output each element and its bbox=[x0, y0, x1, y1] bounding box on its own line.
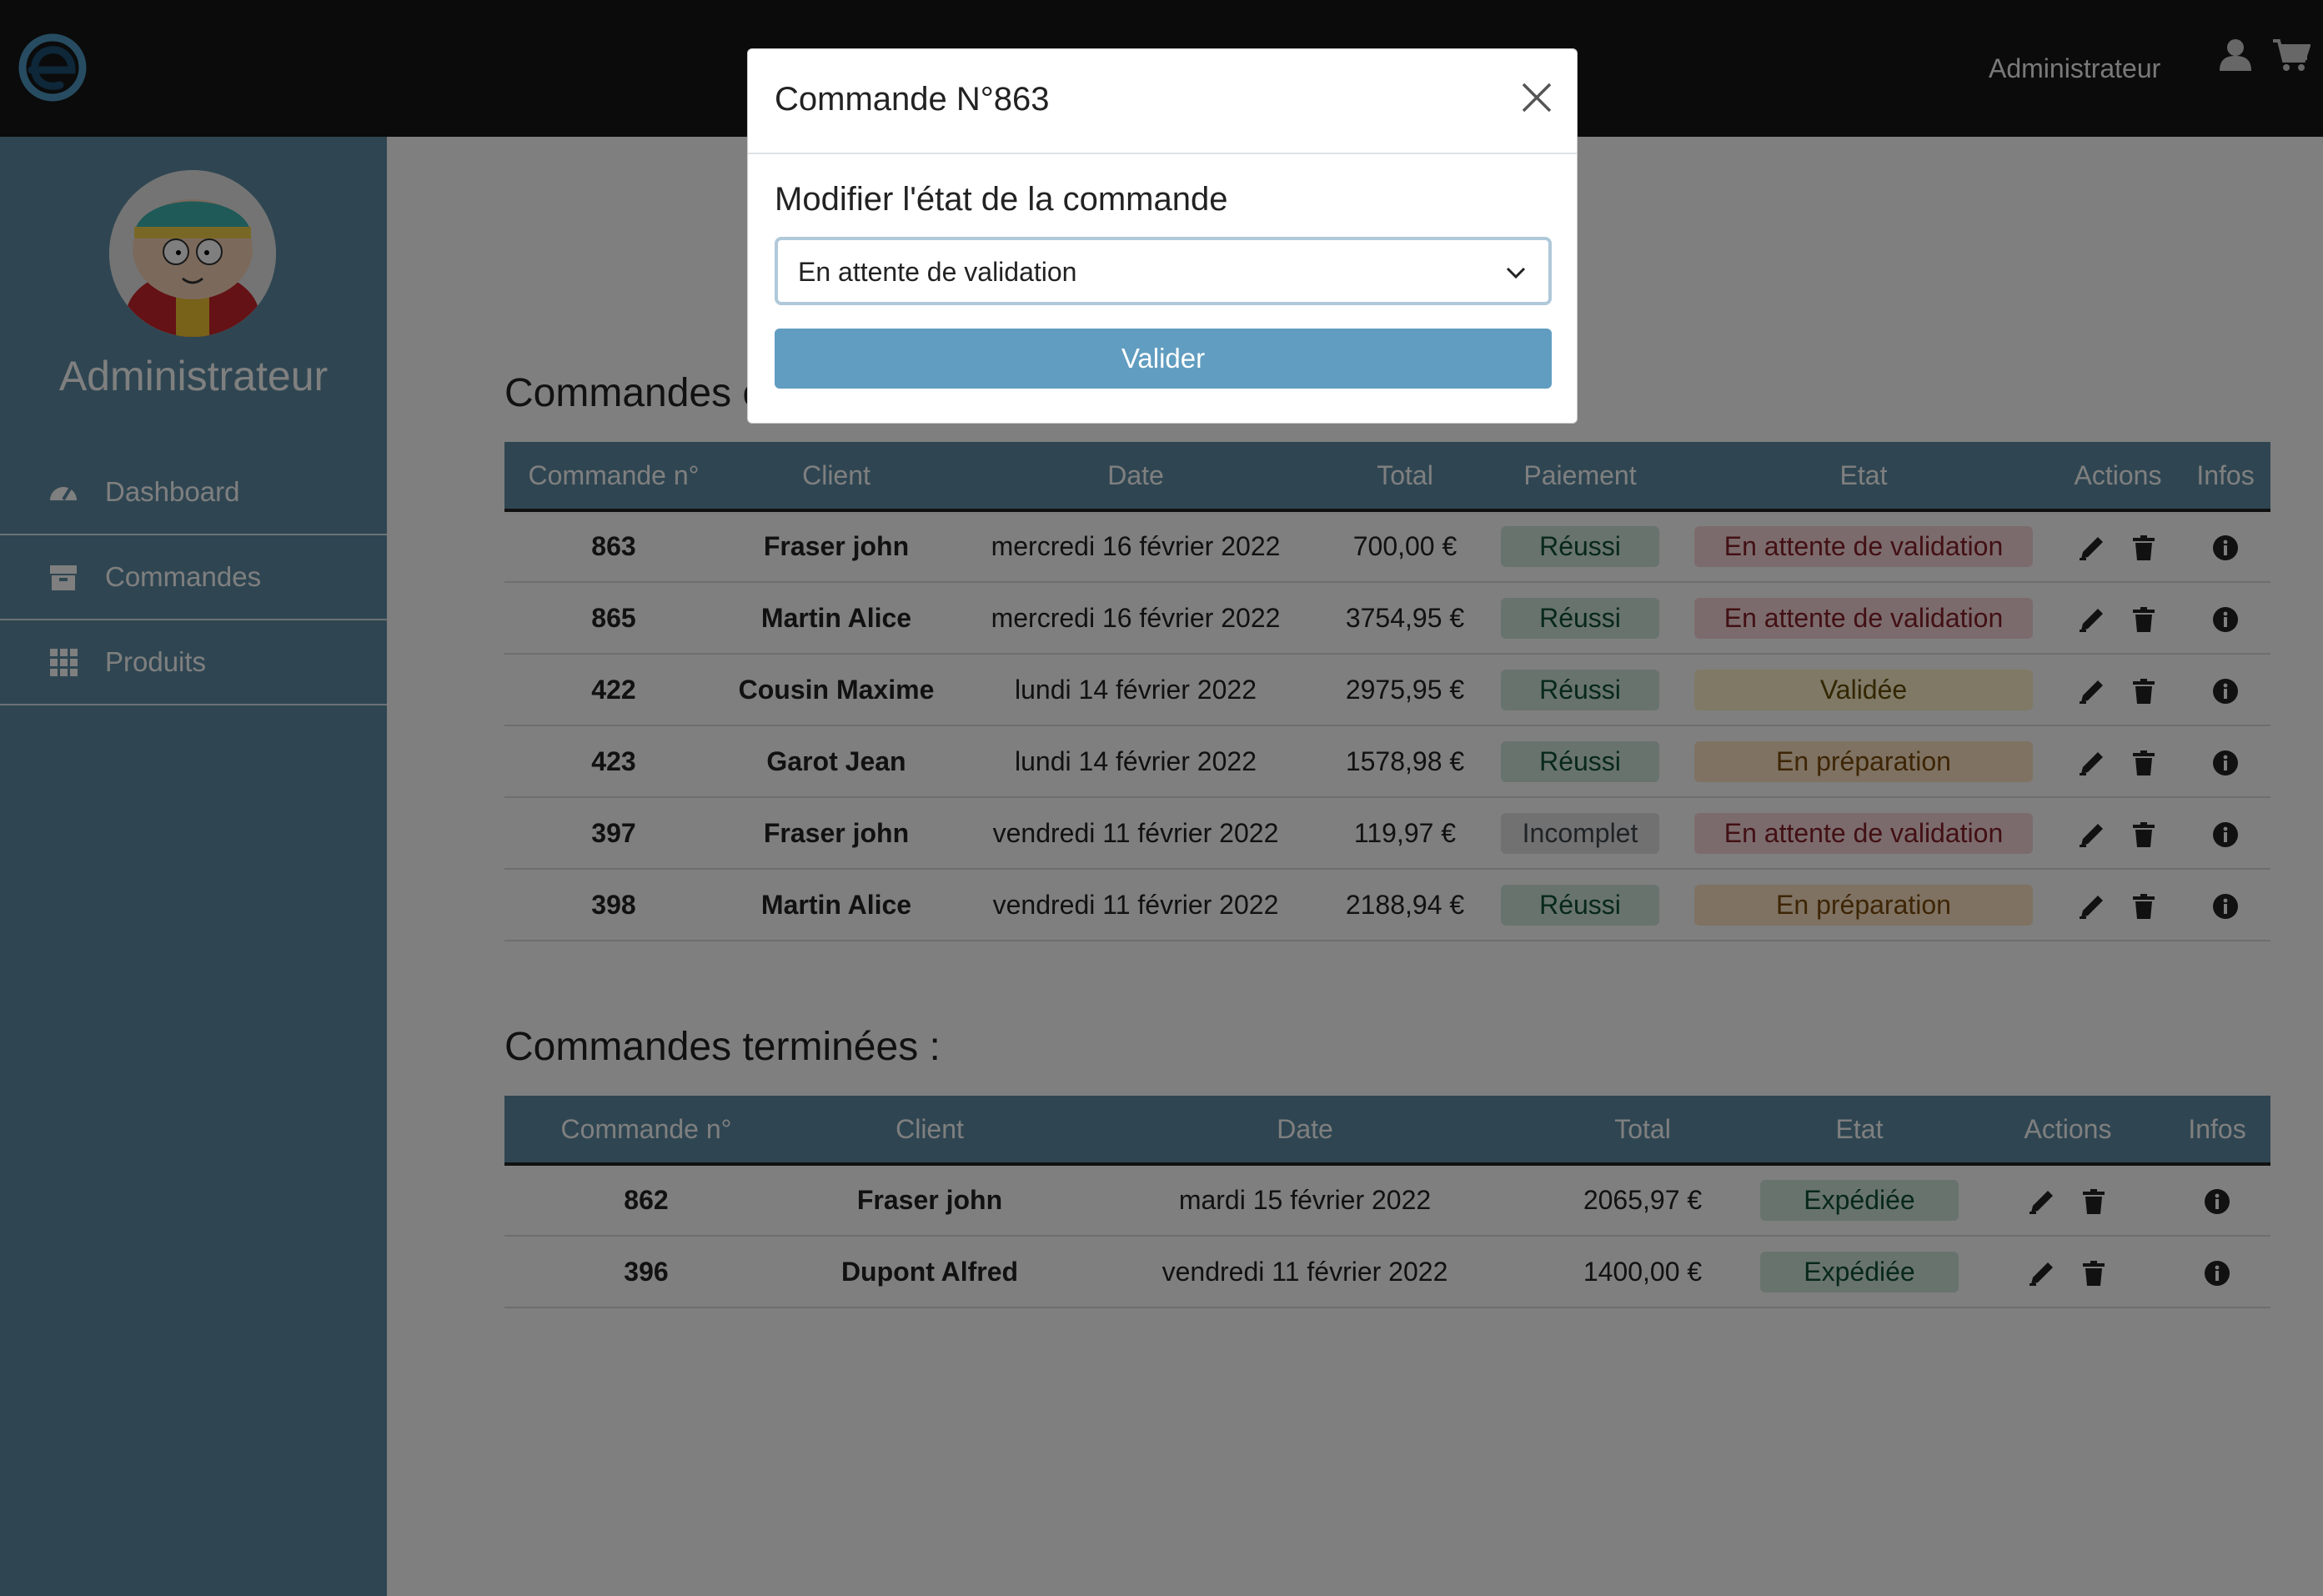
modal-title: Commande N°863 bbox=[775, 81, 1050, 118]
chevron-down-icon bbox=[1506, 267, 1526, 279]
validate-button[interactable]: Valider bbox=[775, 329, 1552, 389]
status-select-value: En attente de validation bbox=[798, 257, 1077, 287]
close-icon[interactable] bbox=[1520, 81, 1553, 114]
order-status-modal: Commande N°863 Modifier l'état de la com… bbox=[747, 48, 1578, 424]
status-select-label: Modifier l'état de la commande bbox=[775, 181, 1228, 218]
modal-header: Commande N°863 bbox=[748, 49, 1577, 154]
status-select[interactable]: En attente de validation bbox=[775, 237, 1552, 305]
modal-body: Modifier l'état de la commande En attent… bbox=[775, 181, 1552, 389]
